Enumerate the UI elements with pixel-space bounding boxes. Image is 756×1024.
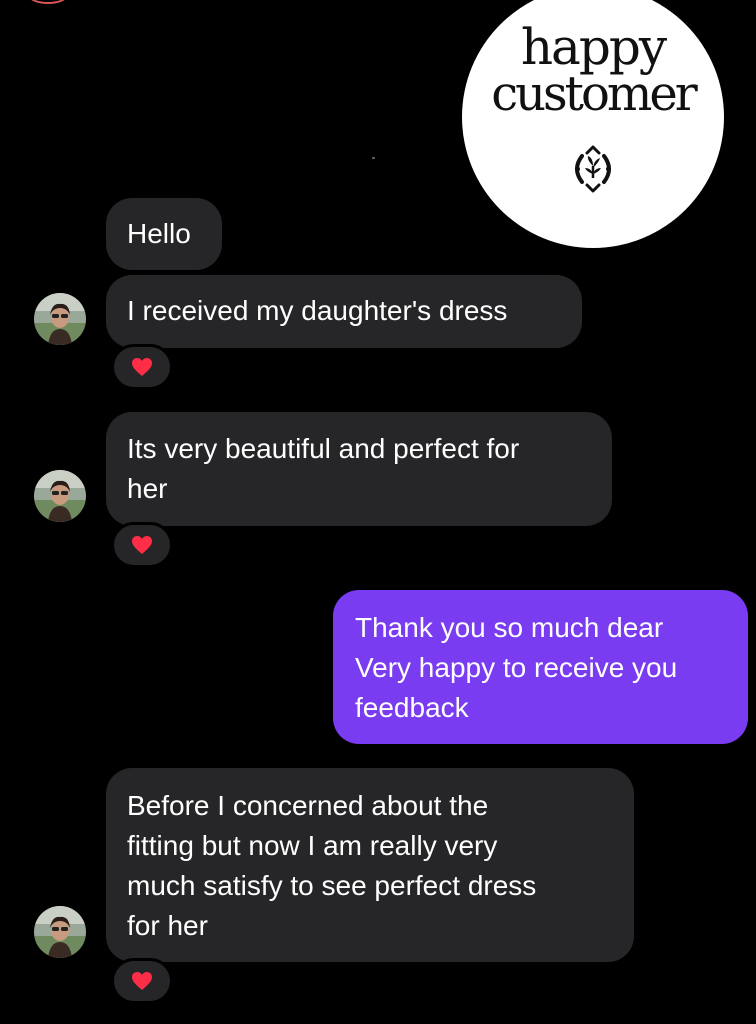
message-text-line: Its very beautiful and perfect for [127,433,520,464]
heart-icon [132,972,152,990]
avatar-image [34,470,86,522]
message-text-line: for her [127,910,208,941]
message-bubble[interactable]: Before I concerned about the fitting but… [106,768,634,962]
message-text-line: Before I concerned about the [127,790,489,821]
happy-customer-badge: happy customer [462,0,724,248]
message-text-line: much satisfy to see perfect dress [127,870,537,901]
customer-avatar[interactable] [34,470,86,522]
floral-emblem-icon [575,145,611,193]
sent-message-bubble[interactable]: Thank you so much dear Very happy to rec… [333,590,748,744]
speck [372,157,375,159]
message-bubble[interactable]: Hello [106,198,222,270]
message-bubble[interactable]: Its very beautiful and perfect for her [106,412,612,526]
avatar-image [34,293,86,345]
message-text-line: fitting but now I am really very [127,830,498,861]
heart-icon [132,536,152,554]
customer-avatar[interactable] [34,906,86,958]
badge-line-1: happy [520,18,667,76]
heart-reaction[interactable] [111,344,173,390]
message-text-line: Thank you so much dear [355,612,664,643]
message-text-line: feedback [355,692,469,723]
avatar-image [34,906,86,958]
message-text-line: her [127,473,168,504]
badge-line-2: customer [491,66,697,122]
top-avatar-edge [28,0,68,4]
message-text: Hello [127,218,191,249]
heart-icon [132,358,152,376]
message-bubble[interactable]: I received my daughter's dress [106,275,582,348]
customer-avatar[interactable] [34,293,86,345]
message-text-line: Very happy to receive you [355,652,678,683]
heart-reaction[interactable] [111,958,173,1004]
message-text: I received my daughter's dress [127,295,508,326]
heart-reaction[interactable] [111,522,173,568]
